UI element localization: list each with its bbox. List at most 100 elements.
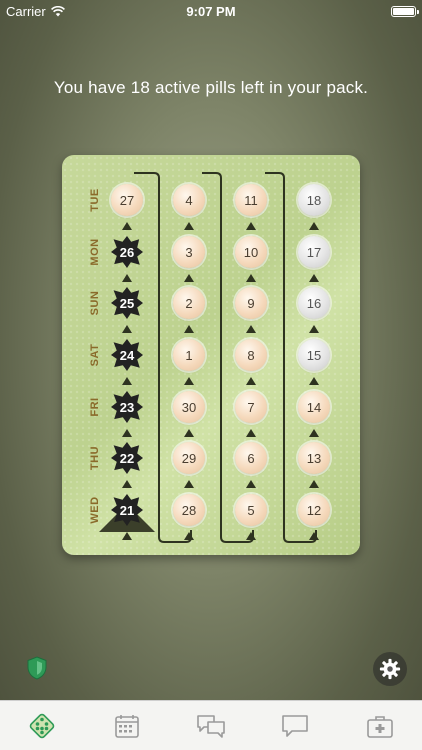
- pill-15[interactable]: 15: [298, 339, 330, 371]
- gear-icon: [379, 658, 401, 680]
- status-bar: Carrier 9:07 PM: [0, 0, 422, 22]
- pill-16[interactable]: 16: [298, 287, 330, 319]
- pill-12[interactable]: 12: [298, 494, 330, 526]
- day-label-mon: MON: [89, 238, 101, 266]
- pill-number: 2: [185, 295, 193, 311]
- day-label-fri: FRI: [89, 397, 101, 417]
- pill-number: 25: [119, 295, 135, 311]
- pill-27[interactable]: 27: [111, 184, 143, 216]
- tab-pill-pack[interactable]: [17, 706, 67, 746]
- sequence-arrow: [184, 274, 194, 282]
- pill-number: 27: [119, 192, 135, 208]
- battery-icon: [391, 5, 419, 17]
- speech-bubble-icon: [282, 714, 309, 737]
- pill-number: 11: [244, 192, 258, 208]
- sequence-arrow: [309, 480, 319, 488]
- tab-messages[interactable]: [186, 706, 236, 746]
- pill-number: 17: [306, 244, 322, 260]
- pill-number: 14: [306, 399, 322, 415]
- day-label-tue: TUE: [89, 188, 101, 212]
- pill-6[interactable]: 6: [235, 442, 267, 474]
- pill-29[interactable]: 29: [173, 442, 205, 474]
- pill-14[interactable]: 14: [298, 391, 330, 423]
- sequence-arrow: [246, 325, 256, 333]
- sequence-arrow: [309, 222, 319, 230]
- calendar-icon: [114, 714, 139, 738]
- tab-health[interactable]: [355, 706, 405, 746]
- sequence-arrow: [184, 429, 194, 437]
- pill-number: 4: [185, 192, 193, 208]
- pill-22[interactable]: 22: [111, 442, 143, 474]
- sequence-arrow: [246, 532, 256, 540]
- tab-calendar[interactable]: [102, 706, 152, 746]
- sequence-arrow: [122, 325, 132, 333]
- pill-number: 7: [247, 399, 255, 415]
- pill-9[interactable]: 9: [235, 287, 267, 319]
- pill-17[interactable]: 17: [298, 236, 330, 268]
- pill-4[interactable]: 4: [173, 184, 205, 216]
- sequence-arrow: [309, 532, 319, 540]
- sequence-arrow: [122, 274, 132, 282]
- pill-11[interactable]: 11: [235, 184, 267, 216]
- pill-10[interactable]: 10: [235, 236, 267, 268]
- pill-28[interactable]: 28: [173, 494, 205, 526]
- sequence-arrow: [184, 222, 194, 230]
- protection-status-button[interactable]: [26, 656, 48, 680]
- pill-8[interactable]: 8: [235, 339, 267, 371]
- pill-number: 5: [247, 502, 255, 518]
- pill-5[interactable]: 5: [235, 494, 267, 526]
- day-label-sat: SAT: [89, 343, 101, 367]
- pill-25[interactable]: 25: [111, 287, 143, 319]
- pill-number: 23: [119, 399, 135, 415]
- shield-icon: [27, 656, 47, 680]
- sequence-arrow: [184, 532, 194, 540]
- pill-number: 8: [247, 347, 255, 363]
- sequence-arrow: [309, 429, 319, 437]
- sequence-arrow: [246, 377, 256, 385]
- pill-pack-icon: [29, 713, 55, 738]
- pill-pack: TUE MON SUN SAT FRI THU WED 27 26 25 24 23 22 21 4 3 2 1 3…: [62, 155, 360, 555]
- day-label-thu: THU: [89, 445, 101, 471]
- pill-number: 13: [306, 450, 322, 466]
- sequence-arrow: [184, 325, 194, 333]
- pill-number: 9: [247, 295, 255, 311]
- pill-number: 10: [243, 244, 259, 260]
- pill-number: 1: [185, 347, 193, 363]
- tab-bar: [0, 700, 422, 750]
- pill-number: 16: [306, 295, 322, 311]
- pill-number: 26: [119, 244, 135, 260]
- pill-7[interactable]: 7: [235, 391, 267, 423]
- sequence-arrow: [246, 274, 256, 282]
- pill-number: 29: [181, 450, 197, 466]
- day-label-sun: SUN: [89, 290, 101, 316]
- pill-number: 28: [181, 502, 197, 518]
- pill-number: 6: [247, 450, 255, 466]
- pill-number: 24: [119, 347, 135, 363]
- chat-bubbles-icon: [197, 714, 225, 738]
- sequence-arrow: [246, 429, 256, 437]
- pill-26[interactable]: 26: [111, 236, 143, 268]
- tab-chat[interactable]: [270, 706, 320, 746]
- sequence-arrow: [122, 429, 132, 437]
- wifi-icon: [50, 5, 65, 16]
- carrier-label: Carrier: [6, 3, 46, 19]
- pill-number: 21: [119, 502, 135, 518]
- settings-button[interactable]: [373, 652, 407, 686]
- first-aid-kit-icon: [366, 715, 393, 738]
- pill-number: 18: [306, 192, 322, 208]
- sequence-arrow: [184, 377, 194, 385]
- pill-21[interactable]: 21: [111, 494, 143, 526]
- sequence-arrow: [122, 532, 132, 540]
- pill-23[interactable]: 23: [111, 391, 143, 423]
- pill-1[interactable]: 1: [173, 339, 205, 371]
- status-left: Carrier: [6, 4, 65, 19]
- pill-18[interactable]: 18: [298, 184, 330, 216]
- sequence-arrow: [246, 480, 256, 488]
- pill-13[interactable]: 13: [298, 442, 330, 474]
- pill-3[interactable]: 3: [173, 236, 205, 268]
- pill-24[interactable]: 24: [111, 339, 143, 371]
- sequence-arrow: [246, 222, 256, 230]
- sequence-arrow: [309, 274, 319, 282]
- pill-30[interactable]: 30: [173, 391, 205, 423]
- pill-2[interactable]: 2: [173, 287, 205, 319]
